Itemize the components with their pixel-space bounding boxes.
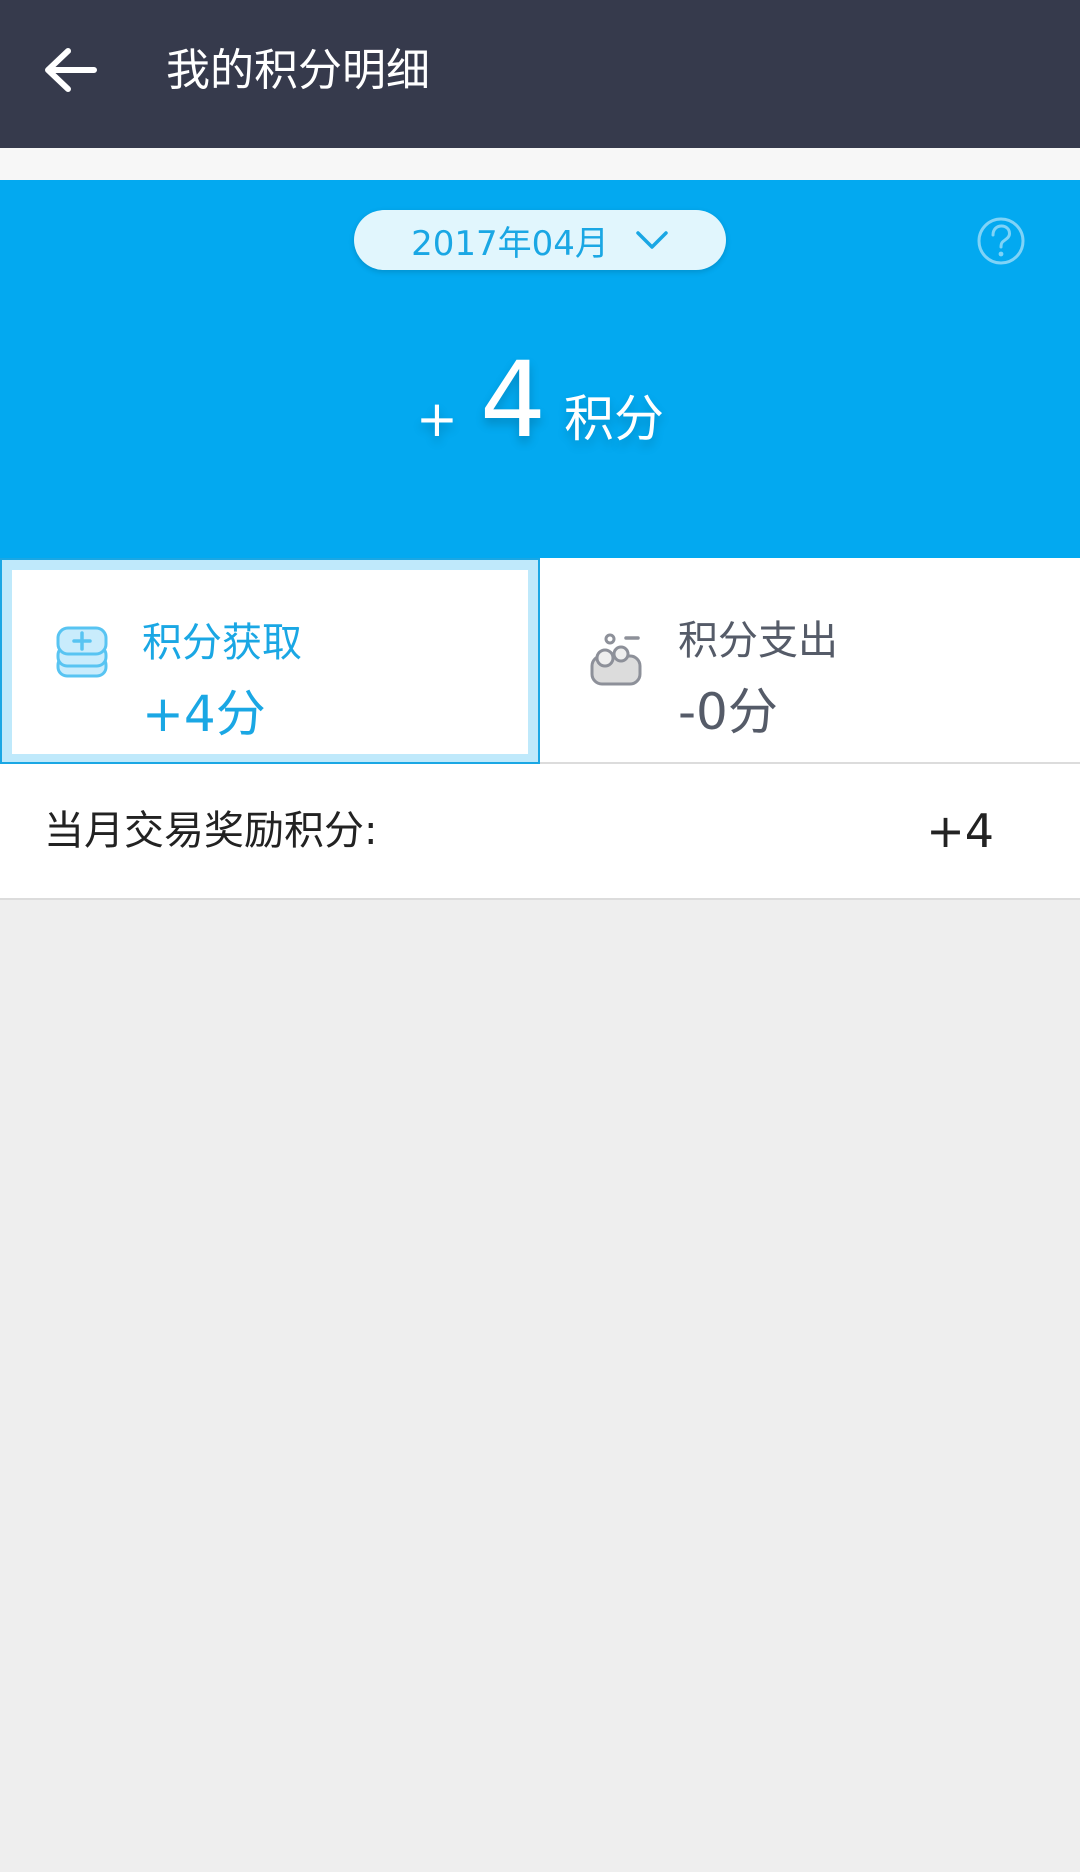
total-unit: 积分 (564, 390, 665, 448)
month-selector[interactable]: 2017年04月 (354, 210, 726, 270)
stack-plus-icon (56, 626, 108, 678)
earned-label: 积分获取 (142, 620, 302, 666)
header-divider-strip (0, 148, 1080, 180)
back-button[interactable] (30, 30, 110, 110)
spent-value: -0分 (678, 683, 778, 741)
tab-points-spent[interactable]: 积分支出 -0分 (540, 558, 1080, 762)
total-value: 4 (479, 339, 547, 461)
spent-label: 积分支出 (678, 618, 838, 664)
arrow-left-icon (45, 48, 97, 92)
total-sign: + (415, 390, 458, 448)
points-summary-panel: 2017年04月 + 4 积分 (0, 180, 1080, 558)
points-tabs: 积分获取 +4分 积分支出 -0分 (0, 558, 1080, 764)
help-button[interactable] (976, 216, 1026, 266)
monthly-reward-row: 当月交易奖励积分: +4 (0, 764, 1080, 900)
page-title: 我的积分明细 (166, 45, 430, 96)
reward-value: +4 (926, 804, 994, 858)
month-label: 2017年04月 (411, 223, 609, 264)
tab-points-earned[interactable]: 积分获取 +4分 (0, 558, 540, 764)
reward-label: 当月交易奖励积分: (44, 808, 378, 854)
question-circle-icon (977, 217, 1025, 265)
chevron-down-icon (635, 229, 669, 251)
stack-minus-icon (590, 633, 642, 686)
earned-value: +4分 (142, 685, 266, 743)
total-points: + 4 积分 (0, 339, 1080, 461)
app-header: 我的积分明细 (0, 0, 1080, 148)
